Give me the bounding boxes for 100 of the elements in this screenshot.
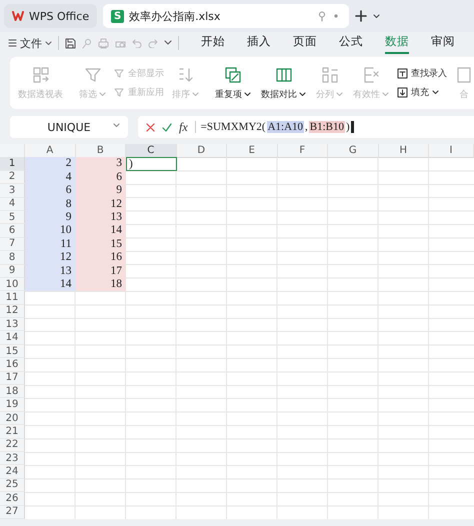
cancel-icon[interactable] bbox=[146, 122, 155, 132]
row-header[interactable]: 16 bbox=[0, 358, 25, 372]
column-header[interactable]: A bbox=[25, 144, 76, 158]
save-icon[interactable] bbox=[65, 38, 76, 48]
confirm-icon[interactable] bbox=[162, 122, 172, 132]
row-header[interactable]: 21 bbox=[0, 425, 25, 439]
logo-icon bbox=[12, 11, 24, 21]
print-icon[interactable] bbox=[98, 38, 109, 48]
tab[interactable]: S 效率办公指南.xlsx bbox=[103, 4, 350, 28]
ribbon-button[interactable]: 数据对比 bbox=[259, 66, 308, 100]
row-header[interactable]: 9 bbox=[0, 264, 25, 278]
menu-tab[interactable]: 公式 bbox=[339, 32, 363, 54]
ribbon-icon bbox=[32, 66, 50, 84]
row-header[interactable]: 22 bbox=[0, 438, 25, 452]
menu-tab[interactable]: 插入 bbox=[247, 32, 271, 54]
column-header[interactable]: G bbox=[328, 144, 378, 158]
table-cell: 16 bbox=[76, 251, 126, 265]
row-header[interactable]: 1 bbox=[0, 157, 25, 171]
more-icon[interactable] bbox=[164, 40, 172, 46]
ribbon-icon bbox=[84, 66, 102, 84]
active-cell[interactable]: ) bbox=[126, 157, 176, 171]
row-header[interactable]: 2 bbox=[0, 170, 25, 184]
table-cell: 3 bbox=[76, 157, 126, 171]
file-menu[interactable]: 文件 bbox=[8, 36, 52, 50]
table-cell: 17 bbox=[76, 264, 126, 278]
caret-icon bbox=[113, 123, 120, 128]
ribbon-icon bbox=[114, 68, 125, 79]
menu-tab[interactable]: 数据 bbox=[385, 32, 409, 54]
table-cell: 9 bbox=[76, 184, 126, 198]
column-header[interactable]: I bbox=[429, 144, 474, 158]
column-header[interactable]: C bbox=[126, 144, 176, 158]
ribbon-icon bbox=[455, 66, 473, 84]
row-header[interactable]: 5 bbox=[0, 210, 25, 224]
add-icon[interactable] bbox=[355, 10, 368, 22]
column-header[interactable]: B bbox=[76, 144, 126, 158]
row-header[interactable]: 25 bbox=[0, 478, 25, 492]
ribbon-icon bbox=[320, 66, 338, 84]
row-header[interactable]: 18 bbox=[0, 385, 25, 398]
column-header[interactable]: D bbox=[176, 144, 227, 158]
pin-icon bbox=[318, 10, 326, 22]
menu-tab[interactable]: 页面 bbox=[293, 32, 317, 54]
ribbon-icon bbox=[114, 87, 125, 98]
menu-icon bbox=[8, 39, 17, 47]
row-header[interactable]: 20 bbox=[0, 412, 25, 426]
row-header[interactable]: 13 bbox=[0, 318, 25, 332]
table-cell: 12 bbox=[25, 251, 76, 265]
row-header[interactable]: 3 bbox=[0, 184, 25, 198]
table-cell: 4 bbox=[25, 170, 76, 184]
row-header[interactable]: 12 bbox=[0, 304, 25, 318]
column-header[interactable]: E bbox=[227, 144, 278, 158]
tab-title: 效率办公指南.xlsx bbox=[129, 8, 220, 24]
caret-icon bbox=[45, 40, 52, 46]
table-cell: 10 bbox=[25, 224, 76, 238]
table-cell: 13 bbox=[76, 210, 126, 224]
undo-icon[interactable] bbox=[132, 38, 142, 48]
formula-text: =SUMXMY2( A1:A10 , B1:B10 ) bbox=[194, 120, 354, 134]
row-header[interactable]: 10 bbox=[0, 278, 25, 292]
ribbon-icon bbox=[397, 87, 408, 98]
ribbon-icon bbox=[274, 66, 292, 84]
row-header[interactable]: 8 bbox=[0, 251, 25, 265]
select-all-corner[interactable] bbox=[0, 144, 25, 158]
ribbon-button[interactable]: 查找录入 bbox=[397, 67, 447, 80]
name-box[interactable]: UNIQUE bbox=[10, 116, 128, 138]
caret-icon bbox=[373, 14, 380, 18]
row-header[interactable]: 14 bbox=[0, 331, 25, 345]
table-cell: 14 bbox=[76, 224, 126, 238]
row-header[interactable]: 15 bbox=[0, 344, 25, 358]
function-label[interactable]: fx bbox=[179, 120, 188, 134]
table-cell: 11 bbox=[25, 238, 76, 252]
row-header[interactable]: 6 bbox=[0, 224, 25, 238]
table-cell: 6 bbox=[76, 170, 126, 184]
ribbon-icon bbox=[397, 68, 408, 79]
row-header[interactable]: 17 bbox=[0, 372, 25, 386]
ribbon-icon bbox=[224, 66, 242, 84]
table-cell: 6 bbox=[25, 184, 76, 198]
row-header[interactable]: 27 bbox=[0, 506, 25, 519]
table-cell: 8 bbox=[25, 198, 76, 211]
table-cell: 2 bbox=[25, 157, 76, 171]
row-header[interactable]: 24 bbox=[0, 465, 25, 479]
ribbon-button[interactable]: 填充 bbox=[397, 86, 447, 99]
row-header[interactable]: 26 bbox=[0, 492, 25, 506]
table-cell: 15 bbox=[76, 238, 126, 252]
row-header[interactable]: 7 bbox=[0, 238, 25, 252]
row-header[interactable]: 19 bbox=[0, 398, 25, 412]
redo-icon[interactable] bbox=[148, 38, 158, 48]
column-header[interactable]: F bbox=[278, 144, 328, 158]
column-header[interactable]: H bbox=[378, 144, 429, 158]
menu-tab[interactable]: 开始 bbox=[201, 32, 225, 54]
menu-tab[interactable]: 审阅 bbox=[431, 32, 455, 54]
row-header[interactable]: 23 bbox=[0, 452, 25, 466]
formula-field[interactable]: fx =SUMXMY2( A1:A10 , B1:B10 ) bbox=[138, 116, 474, 138]
ribbon-icon bbox=[176, 66, 194, 84]
table-cell: 14 bbox=[25, 278, 76, 292]
row-header[interactable]: 4 bbox=[0, 198, 25, 211]
table-cell: 13 bbox=[25, 264, 76, 278]
ribbon-button[interactable]: 重复项 bbox=[213, 66, 253, 100]
table-cell: 12 bbox=[76, 198, 126, 211]
table-cell: 18 bbox=[76, 278, 126, 292]
row-header[interactable]: 11 bbox=[0, 291, 25, 305]
tab[interactable]: WPS Office bbox=[4, 4, 98, 28]
